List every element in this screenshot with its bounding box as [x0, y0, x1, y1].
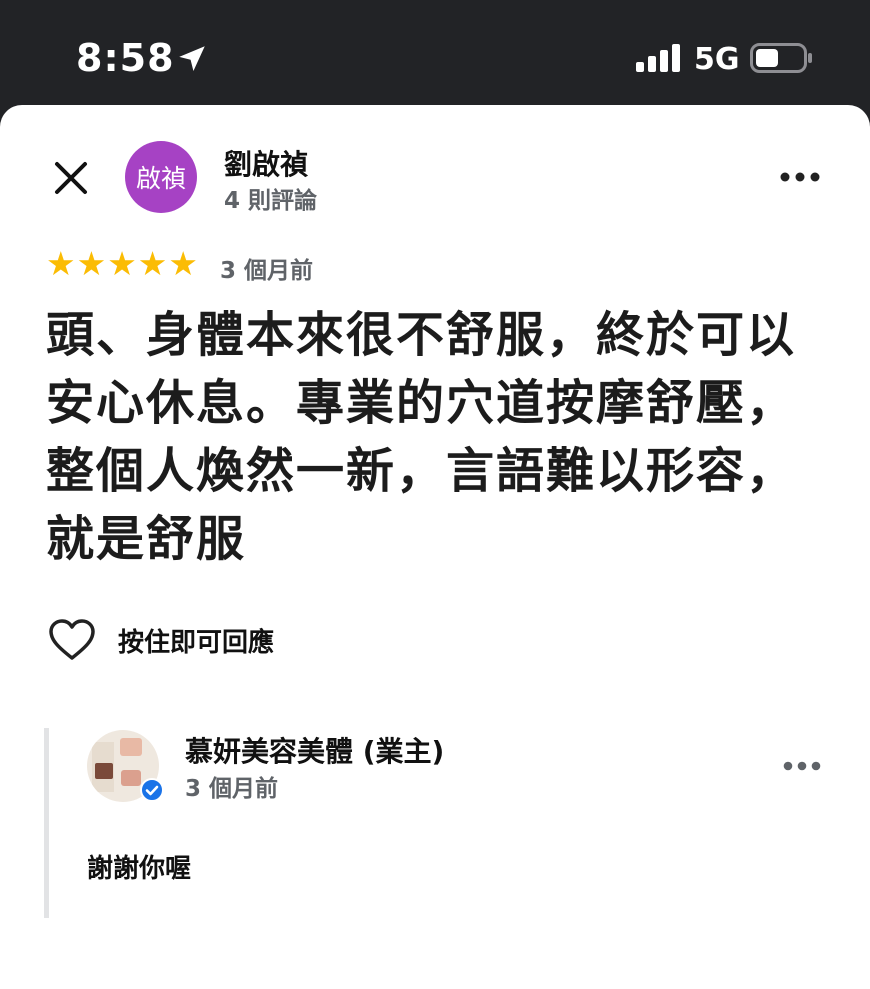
more-options-button[interactable]	[774, 157, 826, 197]
reply-time: 3 個月前	[185, 776, 279, 802]
reviewer-name[interactable]: 劉啟禎	[224, 143, 308, 183]
owner-reply: 慕妍美容美體 (業主) 3 個月前 謝謝你喔	[44, 728, 834, 918]
close-button[interactable]	[48, 155, 94, 201]
star-icon: ★	[137, 244, 168, 283]
reply-text: 謝謝你喔	[87, 854, 192, 884]
network-type: 5G	[694, 42, 740, 77]
more-horizontal-icon	[783, 761, 821, 771]
signal-icon	[636, 44, 680, 72]
star-icon: ★	[107, 244, 137, 283]
star-icon: ★	[46, 244, 76, 283]
reply-more-options-button[interactable]	[776, 748, 828, 784]
like-hint: 按住即可回應	[118, 627, 275, 658]
owner-name[interactable]: 慕妍美容美體 (業主)	[185, 730, 444, 770]
review-time: 3 個月前	[220, 258, 314, 284]
location-arrow-icon	[179, 46, 205, 72]
review-sheet: 啟禎 劉啟禎 4 則評論 ★ ★ ★ ★ ★ 3 個月前 頭、身體本來很不舒服，…	[0, 105, 870, 989]
star-icon: ★	[76, 244, 107, 283]
battery-icon	[750, 43, 812, 73]
review-text: 頭、身體本來很不舒服，終於可以安心休息。專業的穴道按摩舒壓，整個人煥然一新，言語…	[46, 307, 797, 567]
like-button[interactable]: 按住即可回應	[48, 617, 274, 663]
heart-icon	[49, 619, 95, 660]
close-icon	[55, 162, 87, 194]
avatar-initials: 啟禎	[135, 164, 186, 193]
review-count: 4 則評論	[224, 188, 318, 214]
verified-badge-icon	[140, 778, 164, 802]
reviewer-avatar[interactable]: 啟禎	[125, 141, 197, 213]
more-horizontal-icon	[780, 172, 820, 182]
star-icon: ★	[168, 244, 198, 283]
rating-stars: ★ ★ ★ ★ ★	[46, 247, 198, 281]
status-time: 8:58	[76, 36, 175, 80]
status-bar: 8:58 5G	[0, 0, 870, 105]
